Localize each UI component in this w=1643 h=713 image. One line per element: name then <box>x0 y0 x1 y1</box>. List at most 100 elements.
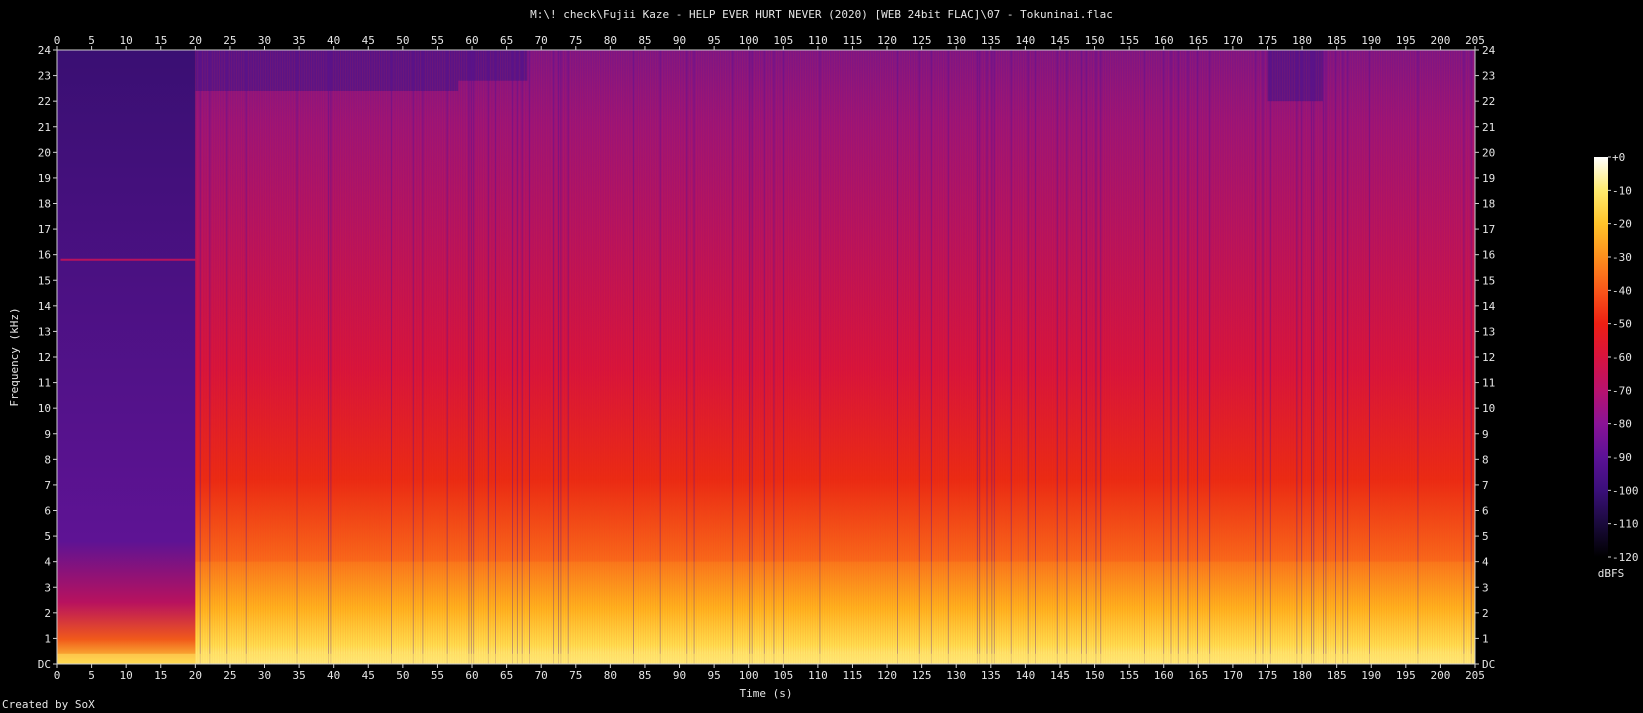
y-tick-label: 10 <box>38 402 51 415</box>
x-tick-label-top: 0 <box>54 34 61 47</box>
x-tick-label: 165 <box>1188 669 1208 682</box>
colorbar-tick-label: -80 <box>1612 418 1632 431</box>
x-tick-label: 180 <box>1292 669 1312 682</box>
x-tick-label-top: 90 <box>673 34 686 47</box>
y-tick-label-right: 14 <box>1482 300 1496 313</box>
y-tick-label-right: 19 <box>1482 172 1495 185</box>
x-tick-label-top: 65 <box>500 34 513 47</box>
x-tick-label: 175 <box>1258 669 1278 682</box>
quiet-top-band <box>195 50 459 91</box>
x-tick-label: 125 <box>912 669 932 682</box>
quiet-top-band <box>1267 50 1323 102</box>
x-tick-label-top: 45 <box>362 34 375 47</box>
x-tick-label: 30 <box>258 669 271 682</box>
colorbar-tick-label: +0 <box>1612 151 1625 164</box>
x-tick-label-top: 35 <box>292 34 305 47</box>
x-tick-label-top: 190 <box>1361 34 1381 47</box>
y-tick-label-right: 1 <box>1482 632 1489 645</box>
low-energy-band <box>195 561 1476 664</box>
y-tick-label-right: 24 <box>1482 44 1496 57</box>
x-tick-label: 170 <box>1223 669 1243 682</box>
y-tick-label-right: 9 <box>1482 428 1489 441</box>
x-tick-label-top: 140 <box>1015 34 1035 47</box>
x-tick-label-top: 125 <box>912 34 932 47</box>
y-tick-label-right: 5 <box>1482 530 1489 543</box>
colorbar-tick-label: -100 <box>1612 484 1639 497</box>
x-tick-label: 195 <box>1396 669 1416 682</box>
x-tick-label-top: 30 <box>258 34 271 47</box>
x-tick-label-top: 160 <box>1154 34 1174 47</box>
x-tick-label-top: 185 <box>1327 34 1347 47</box>
colorbar-tick-label: -50 <box>1612 318 1632 331</box>
y-tick-label: 8 <box>44 453 51 466</box>
x-tick-label: 80 <box>604 669 617 682</box>
x-tick-label: 5 <box>88 669 95 682</box>
x-tick-label: 85 <box>638 669 651 682</box>
x-tick-label: 200 <box>1430 669 1450 682</box>
colorbar-tick-label: -40 <box>1612 284 1632 297</box>
colorbar-tick-label: -70 <box>1612 384 1632 397</box>
x-tick-label: 185 <box>1327 669 1347 682</box>
colorbar-tick-label: -10 <box>1612 184 1632 197</box>
x-tick-label: 40 <box>327 669 340 682</box>
x-tick-label-top: 110 <box>808 34 828 47</box>
colorbar: +0 -10 -20 -30 -40 -50 -60 -70 -80 -90 -100 -110 -12… <box>1594 151 1639 564</box>
x-tick-label: 55 <box>431 669 444 682</box>
y-tick-label: 7 <box>44 479 51 492</box>
y-tick-label: 12 <box>38 351 51 364</box>
x-tick-label: 105 <box>773 669 793 682</box>
y-tick-label: 3 <box>44 581 51 594</box>
x-tick-label-top: 100 <box>739 34 759 47</box>
x-tick-label-top: 40 <box>327 34 340 47</box>
x-tick-label-top: 105 <box>773 34 793 47</box>
x-tick-label-top: 15 <box>154 34 167 47</box>
x-tick-label: 25 <box>223 669 236 682</box>
y-tick-label: 16 <box>38 249 51 262</box>
y-tick-label-right: 12 <box>1482 351 1495 364</box>
x-tick-label: 10 <box>120 669 133 682</box>
y-tick-label: DC <box>38 658 51 671</box>
y-tick-label-right: 21 <box>1482 121 1495 134</box>
y-tick-label: 23 <box>38 70 51 83</box>
x-tick-label-top: 130 <box>946 34 966 47</box>
x-tick-label: 120 <box>877 669 897 682</box>
x-tick-label: 45 <box>362 669 375 682</box>
x-tick-label-top: 115 <box>843 34 863 47</box>
y-tick-label: 15 <box>38 274 51 287</box>
spectrogram-figure: M:\! check\Fujii Kaze - HELP EVER HURT N… <box>0 0 1643 713</box>
y-tick-label-right: 2 <box>1482 607 1489 620</box>
x-tick-label-top: 85 <box>638 34 651 47</box>
x-tick-label-top: 175 <box>1258 34 1278 47</box>
x-tick-label-top: 75 <box>569 34 582 47</box>
x-tick-label-top: 80 <box>604 34 617 47</box>
y-tick-label: 20 <box>38 146 51 159</box>
y-tick-label: 19 <box>38 172 51 185</box>
colorbar-tick-label: -90 <box>1612 451 1632 464</box>
x-tick-label: 20 <box>189 669 202 682</box>
x-tick-label-top: 70 <box>535 34 548 47</box>
y-tick-label-right: 7 <box>1482 479 1489 492</box>
x-tick-label-top: 135 <box>981 34 1001 47</box>
colorbar-tick-label: -110 <box>1612 518 1639 531</box>
x-tick-label-top: 150 <box>1085 34 1105 47</box>
x-tick-label: 190 <box>1361 669 1381 682</box>
x-tick-label: 145 <box>1050 669 1070 682</box>
x-tick-label: 160 <box>1154 669 1174 682</box>
x-tick-label-top: 200 <box>1430 34 1450 47</box>
colorbar-tick-label: -20 <box>1612 218 1632 231</box>
x-tick-label: 0 <box>54 669 61 682</box>
x-tick-label: 50 <box>396 669 409 682</box>
y-tick-label: 24 <box>38 44 52 57</box>
y-tick-label-right: 3 <box>1482 581 1489 594</box>
x-tick-label: 90 <box>673 669 686 682</box>
footer-credit: Created by SoX <box>2 698 95 711</box>
y-tick-label-right: 4 <box>1482 556 1489 569</box>
dc-band <box>57 653 1475 664</box>
colorbar-tick-label: -60 <box>1612 351 1632 364</box>
x-tick-label-top: 60 <box>465 34 478 47</box>
x-tick-label: 155 <box>1119 669 1139 682</box>
y-tick-label: 6 <box>44 505 51 518</box>
y-tick-label-right: 8 <box>1482 453 1489 466</box>
x-tick-label: 150 <box>1085 669 1105 682</box>
y-tick-label: 2 <box>44 607 51 620</box>
